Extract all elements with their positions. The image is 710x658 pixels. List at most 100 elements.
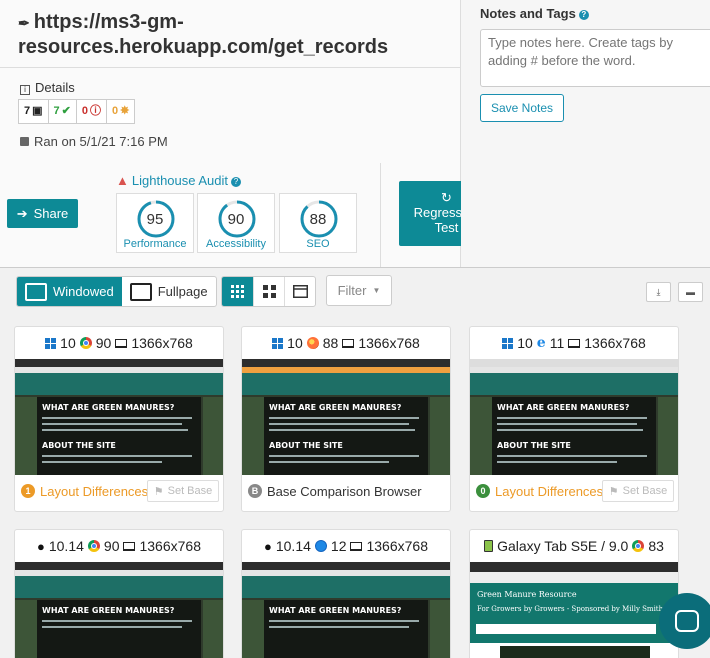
fullpage-label: Fullpage (157, 284, 208, 299)
thumbnail-site-name: Green Manure Resource (477, 590, 577, 599)
screenshot-thumbnail[interactable]: WHAT ARE GREEN MANURES? (242, 562, 450, 658)
help-icon[interactable]: ? (231, 177, 242, 187)
card-header: ● 10.14 90 1366x768 (15, 530, 223, 562)
lighthouse-label: Lighthouse Audit (131, 173, 229, 188)
save-notes-button[interactable]: Save Notes (480, 94, 564, 122)
status-text: Base Comparison Browser (267, 483, 422, 499)
card-header: Galaxy Tab S5E / 9.0 83 (470, 530, 678, 562)
status-text[interactable]: Layout Differences (495, 484, 603, 499)
exclamation-circle-icon: ⓘ (90, 105, 101, 117)
tablet-icon (484, 540, 494, 552)
browser-version: 90 (103, 538, 120, 554)
screenshot-card[interactable]: 10 88 1366x768 WHAT ARE GREEN MANURES? AB… (241, 326, 451, 512)
browser-version: 11 (549, 335, 565, 351)
browser-version: 83 (648, 538, 664, 554)
bookmark-icon: ⚑ (153, 485, 164, 498)
lighthouse-audit-link[interactable]: ▲ Lighthouse Audit? (116, 173, 242, 188)
grid-small-button[interactable] (222, 277, 253, 306)
share-label: Share (33, 206, 69, 221)
page-url-title: ✒ https://ms3-gm-resources.herokuapp.com/… (18, 10, 454, 59)
screenshot-thumbnail[interactable]: Green Manure Resource For Growers by Gro… (470, 562, 678, 658)
os-version: 10.14 (275, 538, 311, 554)
seo-score[interactable]: 88 SEO (279, 193, 357, 253)
chat-launcher-button[interactable] (659, 593, 710, 649)
windows-icon (45, 337, 57, 349)
screenshot-card[interactable]: 10 90 1366x768 WHAT ARE GREEN MANURES? AB… (14, 326, 224, 512)
single-view-button[interactable] (284, 277, 315, 306)
ie-icon: e (536, 335, 546, 351)
screenshot-card[interactable]: ● 10.14 90 1366x768 WHAT ARE GREEN MANURE… (14, 529, 224, 658)
help-icon[interactable]: ? (578, 10, 589, 20)
caret-down-icon: ▼ (372, 286, 381, 295)
difference-count-badge: 1 (21, 484, 35, 498)
bookmark-icon: ⚑ (608, 485, 619, 498)
screenshot-card[interactable]: Galaxy Tab S5E / 9.0 83 Green Manure Res… (469, 529, 679, 658)
thumbnail-heading: WHAT ARE GREEN MANURES? (42, 403, 175, 412)
screenshots-badge[interactable]: 7 ▣ (18, 99, 49, 124)
grid-size-toggle (221, 276, 316, 307)
windowed-toggle[interactable]: Windowed (17, 277, 122, 306)
download-icon: ⤓ (656, 286, 661, 297)
fullpage-toggle[interactable]: Fullpage (122, 277, 216, 306)
notes-input[interactable] (480, 29, 710, 87)
screenshot-thumbnail[interactable]: WHAT ARE GREEN MANURES? ABOUT THE SITE (242, 359, 450, 475)
card-footer: 1 Layout Differences ⚑ Set Base (15, 475, 223, 507)
performance-score[interactable]: 95 Performance (116, 193, 194, 253)
monitor-icon (115, 338, 128, 348)
apple-icon: ● (264, 538, 272, 554)
screenshot-thumbnail[interactable]: WHAT ARE GREEN MANURES? ABOUT THE SITE (470, 359, 678, 475)
resolution: 1366x768 (584, 335, 646, 351)
errors-badge[interactable]: 0 ⓘ (76, 99, 107, 124)
pending-badge[interactable]: 0 ✸ (107, 99, 136, 124)
passed-badge[interactable]: 7 ✔ (48, 99, 77, 124)
score-value: 95 (146, 211, 164, 228)
url-title-text: https://ms3-gm-resources.herokuapp.com/g… (18, 11, 389, 58)
set-base-label: Set Base (622, 485, 668, 497)
calendar-icon (20, 137, 29, 146)
browser-version: 88 (322, 335, 339, 351)
apple-icon: ● (37, 538, 45, 554)
screenshot-card[interactable]: 10 e 11 1366x768 WHAT ARE GREEN MANURES? A… (469, 326, 679, 512)
thumbnail-subheading: ABOUT THE SITE (42, 441, 116, 450)
image-icon: ▣ (32, 105, 43, 117)
score-label: Accessibility (206, 238, 266, 250)
thumbnail-heading: WHAT ARE GREEN MANURES? (497, 403, 630, 412)
thumbnail-subtitle: For Growers by Growers - Sponsored by Mi… (477, 605, 664, 613)
chrome-icon (632, 540, 645, 552)
spinner-icon: ✸ (120, 105, 130, 117)
difference-count-badge: 0 (476, 484, 490, 498)
badge-count: 7 (24, 105, 31, 117)
card-header: 10 e 11 1366x768 (470, 327, 678, 359)
accessibility-score[interactable]: 90 Accessibility (197, 193, 275, 253)
badge-count: 7 (53, 105, 60, 117)
set-base-button[interactable]: ⚑ Set Base (147, 480, 219, 502)
folder-button[interactable]: ▬ (678, 282, 703, 302)
os-version: 10 (517, 335, 533, 351)
resolution: 1366x768 (139, 538, 201, 554)
card-header: 10 88 1366x768 (242, 327, 450, 359)
filter-dropdown[interactable]: Filter ▼ (326, 275, 392, 306)
filter-label: Filter (337, 283, 367, 298)
share-button[interactable]: ➔ Share (7, 199, 78, 228)
folder-icon: ▬ (686, 287, 695, 297)
notes-title-text: Notes and Tags (480, 6, 576, 21)
thumbnail-subheading: ABOUT THE SITE (497, 441, 571, 450)
thumbnail-heading: WHAT ARE GREEN MANURES? (42, 606, 175, 615)
screenshot-thumbnail[interactable]: WHAT ARE GREEN MANURES? (15, 562, 223, 658)
grid-four-icon (262, 285, 276, 298)
set-base-button[interactable]: ⚑ Set Base (602, 480, 674, 502)
screenshot-card[interactable]: ● 10.14 12 1366x768 WHAT ARE GREEN MANURE… (241, 529, 451, 658)
lighthouse-icon: ▲ (116, 173, 129, 188)
score-label: Performance (123, 238, 187, 250)
device-name: Galaxy Tab S5E / 9.0 (497, 538, 629, 554)
card-footer: 0 Layout Differences ⚑ Set Base (470, 475, 678, 507)
thumbnail-subheading: ABOUT THE SITE (269, 441, 343, 450)
screenshot-thumbnail[interactable]: WHAT ARE GREEN MANURES? ABOUT THE SITE (15, 359, 223, 475)
firefox-icon (306, 337, 319, 349)
check-circle-icon: ✔ (61, 105, 71, 117)
resolution: 1366x768 (131, 335, 193, 351)
badge-count: 0 (112, 105, 119, 117)
grid-large-button[interactable] (253, 277, 284, 306)
status-text[interactable]: Layout Differences (40, 484, 148, 499)
download-button[interactable]: ⤓ (646, 282, 671, 302)
